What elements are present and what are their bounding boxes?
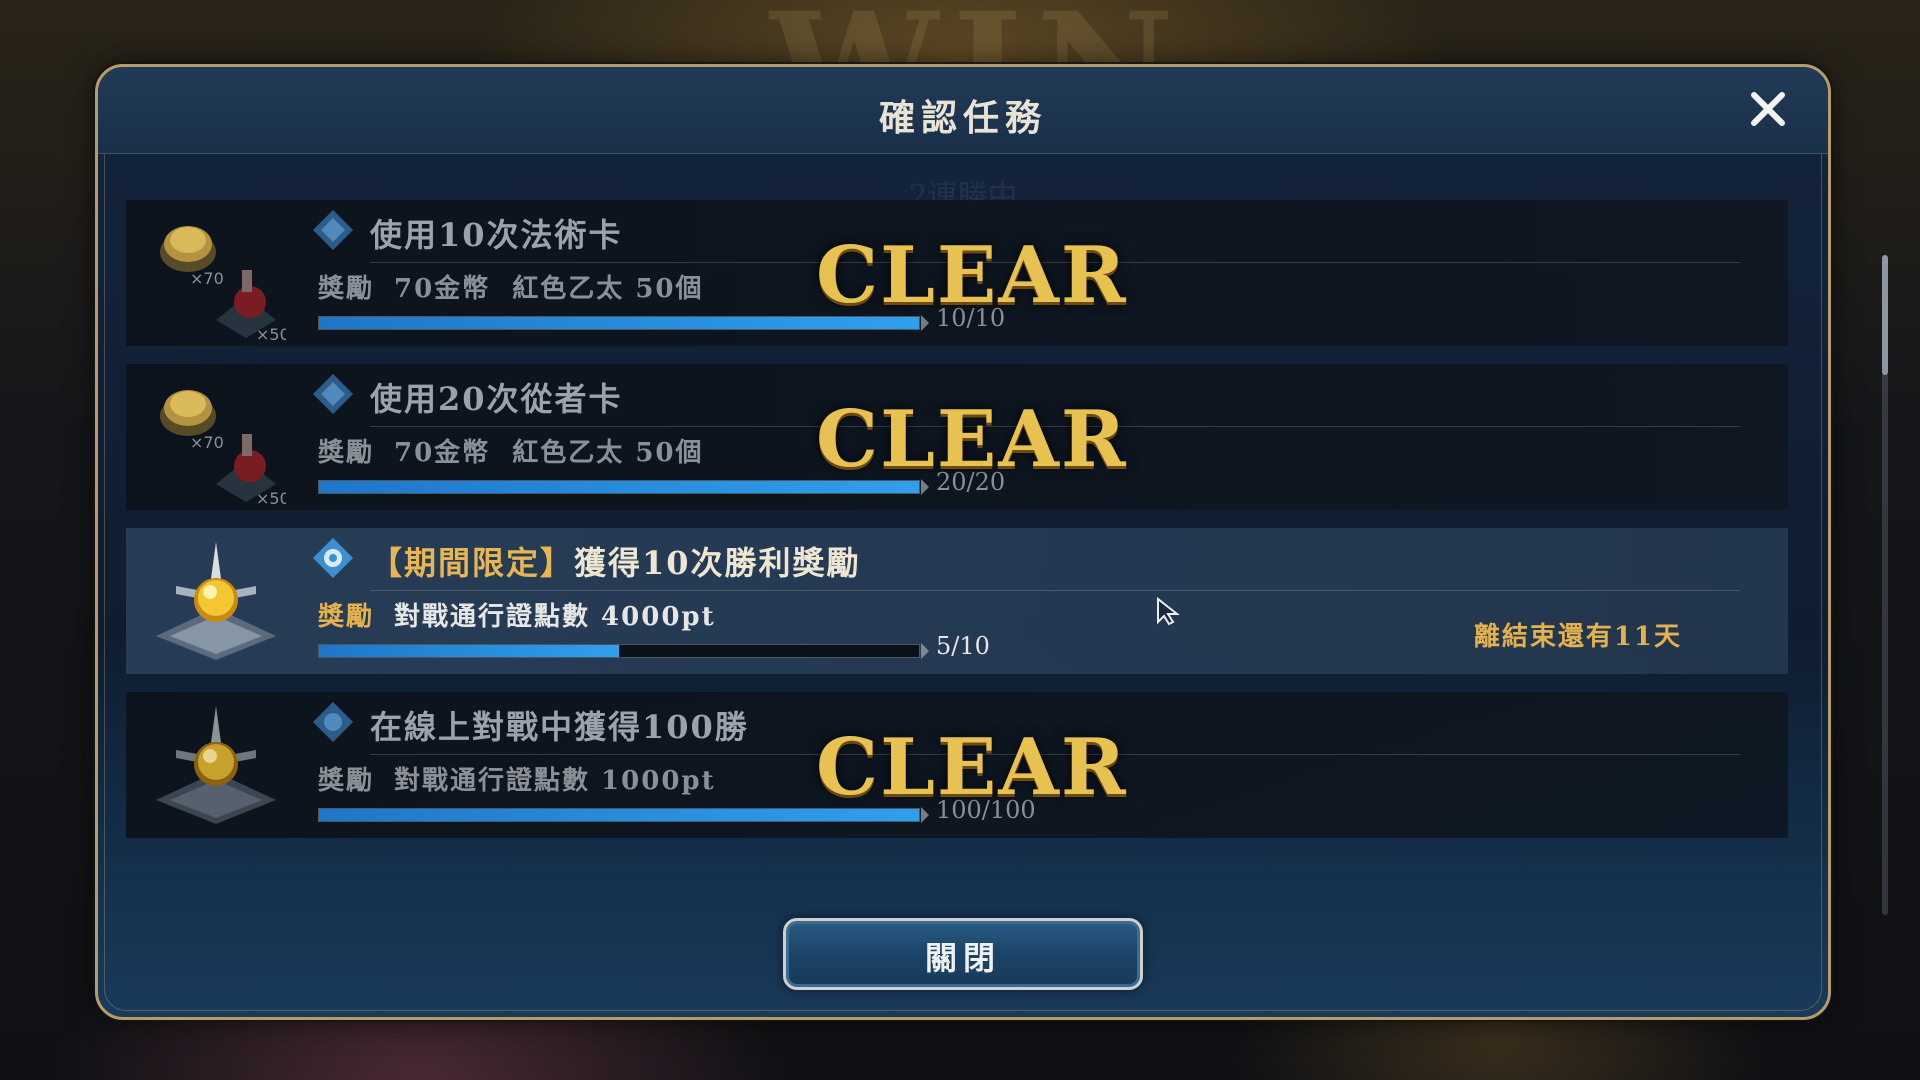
clear-stamp: CLEAR	[816, 394, 1128, 485]
mission-divider	[370, 590, 1740, 591]
dialog-title: 確認任務	[878, 97, 1047, 139]
mission-name: 在線上對戰中獲得100勝	[370, 708, 749, 746]
mission-name: 使用20次從者卡	[370, 380, 623, 418]
mission-type-icon	[313, 374, 353, 414]
mission-name: 【期間限定】獲得10次勝利獎勵	[370, 544, 861, 582]
days-left-text: 離結束還有11天	[1473, 622, 1682, 652]
progress-fill	[319, 645, 619, 657]
reward-text: 70金幣 紅色乙太 50個	[394, 274, 704, 304]
close-icon	[1751, 92, 1785, 126]
close-icon-button[interactable]	[1746, 87, 1790, 131]
coins-and-potion-icon: ×70 ×50	[146, 372, 290, 508]
reward-text: 對戰通行證點數 4000pt	[394, 602, 716, 632]
battle-pass-orb-icon	[146, 700, 286, 832]
progress-text: 5/10	[936, 632, 990, 660]
reward-label: 獎勵	[318, 766, 375, 796]
limited-time-tag: 【期間限定】	[370, 544, 575, 582]
dialog-header: 確認任務	[98, 67, 1828, 154]
mouse-cursor-icon	[1157, 596, 1180, 626]
potion-count: ×50	[256, 489, 286, 504]
reward-label: 獎勵	[318, 274, 375, 304]
reward-text: 對戰通行證點數 1000pt	[394, 766, 716, 796]
potion-count: ×50	[256, 325, 286, 340]
coin-count: ×70	[190, 269, 224, 288]
coins-and-potion-icon: ×70 ×50	[146, 208, 290, 344]
mission-row-active[interactable]: 【期間限定】獲得10次勝利獎勵 獎勵 對戰通行證點數 4000pt 5/10 離…	[126, 528, 1788, 674]
progress-bar	[318, 643, 929, 659]
mission-name: 使用10次法術卡	[370, 216, 623, 254]
mission-row[interactable]: ×70 ×50 使用10次法術卡 獎勵 70金幣 紅色乙太 50個 10/10 …	[126, 200, 1788, 346]
scroll-thumb[interactable]	[1882, 255, 1888, 375]
reward-label: 獎勵	[318, 438, 375, 468]
close-button[interactable]: 關閉	[783, 918, 1143, 990]
reward-label: 獎勵	[318, 602, 375, 632]
close-button-label: 關閉	[924, 939, 1001, 977]
mission-type-icon	[313, 210, 353, 250]
mission-row[interactable]: ×70 ×50 使用20次從者卡 獎勵 70金幣 紅色乙太 50個 20/20 …	[126, 364, 1788, 510]
battle-pass-orb-icon	[146, 536, 286, 668]
reward-text: 70金幣 紅色乙太 50個	[394, 438, 704, 468]
clear-stamp: CLEAR	[816, 230, 1128, 321]
mission-row[interactable]: 在線上對戰中獲得100勝 獎勵 對戰通行證點數 1000pt 100/100 C…	[126, 692, 1788, 838]
coin-count: ×70	[190, 433, 224, 452]
clear-stamp: CLEAR	[816, 722, 1128, 813]
mission-type-icon	[313, 538, 353, 578]
mission-list-scrollbar[interactable]	[1882, 255, 1888, 915]
mission-type-icon	[313, 702, 353, 742]
